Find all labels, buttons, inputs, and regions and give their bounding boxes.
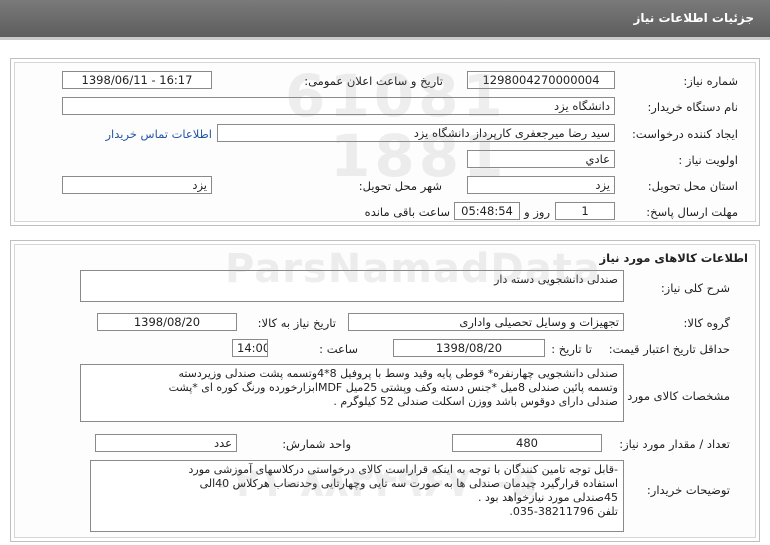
deadline-days-unit: روز و: [524, 205, 550, 219]
quantity-label: تعداد / مقدار مورد نیاز:: [619, 437, 730, 451]
notes-line: تلفن 38211796-035.: [509, 505, 618, 518]
hour-field[interactable]: 14:00: [232, 339, 268, 357]
specs-field[interactable]: صندلی دانشجویی چهارنفره* قوطی پایه وقید …: [80, 364, 624, 422]
deadline-time-field[interactable]: 05:48:54: [454, 202, 520, 220]
priority-field[interactable]: عادي: [467, 150, 615, 168]
price-validity-label: حداقل تاریخ اعتبار قیمت:: [608, 342, 730, 356]
creator-label: ایجاد کننده درخواست:: [632, 127, 738, 141]
summary-field[interactable]: صندلی دانشجویی دسته دار: [80, 270, 624, 302]
page-title: جزئیات اطلاعات نیاز: [633, 11, 754, 25]
specs-line: وتسمه پائین صندلی 8میل *جنس دسته وکف وپش…: [168, 381, 618, 394]
specs-line: صندلی دانشجویی چهارنفره* قوطی پایه وقید …: [178, 367, 618, 380]
buyer-notes-label: توضیحات خریدار:: [646, 483, 730, 497]
priority-label: اولویت نیاز :: [678, 153, 738, 167]
need-number-label: شماره نیاز:: [683, 74, 738, 88]
until-date-field[interactable]: 1398/08/20: [393, 339, 545, 357]
announce-date-field[interactable]: 1398/06/11 - 16:17: [62, 71, 212, 89]
buyer-org-label: نام دستگاه خریدار:: [647, 100, 738, 114]
delivery-city-label: شهر محل تحویل:: [358, 179, 442, 193]
creator-field[interactable]: سید رضا میرجعفری کارپرداز دانشگاه یزد: [217, 124, 615, 142]
buyer-org-field[interactable]: دانشگاه یزد: [62, 97, 615, 115]
unit-label: واحد شمارش:: [282, 437, 351, 451]
until-date-label: تا تاریخ :: [551, 342, 592, 356]
unit-field[interactable]: عدد: [95, 434, 237, 452]
quantity-field[interactable]: 480: [452, 434, 602, 452]
deadline-days-field[interactable]: 1: [555, 202, 615, 220]
delivery-city-field[interactable]: یزد: [62, 176, 212, 194]
delivery-province-field[interactable]: یزد: [467, 176, 615, 194]
need-date-field[interactable]: 1398/08/20: [97, 313, 237, 331]
notes-line: 45صندلی مورد نیازخواهد بود .: [477, 491, 618, 504]
notes-line: -قابل توجه تامین کنندگان با توجه به اینک…: [188, 463, 618, 476]
need-date-label: تاریخ نیاز به کالا:: [257, 316, 336, 330]
goods-group-field[interactable]: تجهیزات و وسایل تحصیلی واداری: [348, 313, 624, 331]
need-number-field[interactable]: 1298004270000004: [467, 71, 615, 89]
hour-label: ساعت :: [319, 342, 358, 356]
goods-group-label: گروه کالا:: [683, 316, 730, 330]
announce-date-label: تاریخ و ساعت اعلان عمومی:: [304, 74, 443, 88]
buyer-contact-link[interactable]: اطلاعات تماس خریدار: [105, 127, 212, 141]
deadline-label: مهلت ارسال پاسخ:: [646, 205, 738, 219]
buyer-notes-field[interactable]: -قابل توجه تامین کنندگان با توجه به اینک…: [90, 460, 624, 532]
delivery-province-label: استان محل تحویل:: [647, 179, 738, 193]
summary-label: شرح کلی نیاز:: [660, 281, 730, 295]
deadline-time-suffix: ساعت باقی مانده: [364, 205, 450, 219]
specs-line: صندلی دارای دوقوس باشد ووزن اسکلت صندلی …: [333, 395, 618, 408]
notes-line: استفاده قرارگیرد چیدمان صندلی ها به صورت…: [199, 477, 618, 490]
summary-text: صندلی دانشجویی دسته دار: [494, 273, 618, 286]
goods-section-title: اطلاعات کالاهای مورد نیاز: [599, 251, 748, 265]
